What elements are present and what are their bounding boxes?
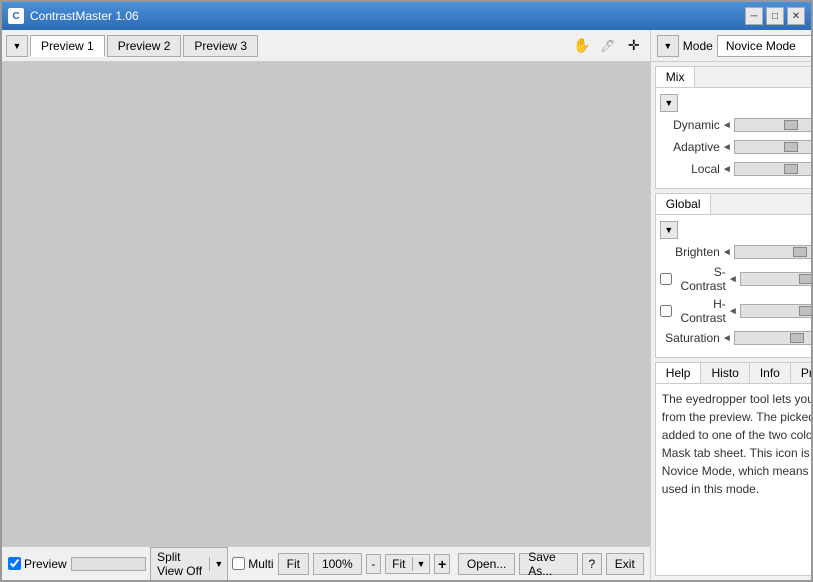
hand-tool-icon[interactable]: ✋	[570, 34, 594, 58]
global-tab[interactable]: Global	[656, 194, 712, 214]
fit2-label[interactable]: Fit	[386, 555, 411, 573]
mix-tab[interactable]: Mix	[656, 67, 696, 87]
split-view-label: Split View Off	[151, 548, 209, 580]
mix-tab-bar: Mix	[656, 67, 811, 88]
saturation-label: Saturation	[660, 331, 720, 345]
maximize-button[interactable]: □	[766, 7, 784, 25]
mix-dropdown-button[interactable]: ▼	[660, 94, 678, 112]
mode-select[interactable]: Novice Mode Expert Mode	[717, 35, 811, 57]
saturation-row: Saturation ◄ ► 10	[660, 329, 811, 347]
exit-button[interactable]: Exit	[606, 553, 644, 575]
h-contrast-checkbox[interactable]	[660, 305, 672, 317]
help-content: The eyedropper tool lets you pick a colo…	[656, 384, 811, 575]
zoom-plus-button[interactable]: +	[434, 554, 450, 574]
help-tab-bar: Help Histo Info Prefs	[656, 363, 811, 384]
s-contrast-checkbox[interactable]	[660, 273, 672, 285]
brighten-slider[interactable]	[734, 245, 811, 259]
h-contrast-left-arrow[interactable]: ◄	[728, 306, 738, 317]
s-contrast-label: S-Contrast	[674, 265, 726, 293]
preview-checkbox-label[interactable]: Preview	[8, 557, 67, 571]
minimize-button[interactable]: ─	[745, 7, 763, 25]
multi-checkbox[interactable]	[232, 557, 245, 570]
eyedropper-tool-icon[interactable]: 🖊	[596, 34, 620, 58]
h-contrast-slider[interactable]	[740, 304, 811, 318]
window-title: ContrastMaster 1.06	[30, 9, 745, 23]
local-slider[interactable]	[734, 162, 811, 176]
dynamic-row: Dynamic ◄ ► 25	[660, 116, 811, 134]
preview-checkbox[interactable]	[8, 557, 21, 570]
split-view-group: Split View Off ▼	[150, 547, 228, 581]
s-contrast-left-arrow[interactable]: ◄	[728, 274, 738, 285]
preview3-tab[interactable]: Preview 3	[183, 35, 258, 57]
adaptive-row: Adaptive ◄ ► 25	[660, 138, 811, 156]
fit-button[interactable]: Fit	[278, 553, 309, 575]
global-dropdown-button[interactable]: ▼	[660, 221, 678, 239]
preview1-tab[interactable]: Preview 1	[30, 35, 105, 57]
info-tab[interactable]: Info	[750, 363, 791, 383]
save-as-button[interactable]: Save As...	[519, 553, 578, 575]
histo-tab[interactable]: Histo	[701, 363, 749, 383]
local-left-arrow[interactable]: ◄	[722, 164, 732, 175]
saturation-left-arrow[interactable]: ◄	[722, 333, 732, 344]
progress-bar	[71, 557, 146, 571]
brighten-left-arrow[interactable]: ◄	[722, 247, 732, 258]
mix-content: ▼ Dynamic ◄ ► 25 Ada	[656, 88, 811, 188]
multi-checkbox-label[interactable]: Multi	[232, 557, 273, 571]
h-contrast-row: H-Contrast ◄ ► 0	[660, 297, 811, 325]
move-tool-icon[interactable]: ✛	[622, 34, 646, 58]
dynamic-slider[interactable]	[734, 118, 811, 132]
fit2-group: Fit ▼	[385, 554, 430, 574]
help-button[interactable]: ?	[582, 553, 602, 575]
app-icon: C	[8, 8, 24, 24]
title-bar: C ContrastMaster 1.06 ─ □ ✕	[2, 2, 811, 30]
local-label: Local	[660, 162, 720, 176]
canvas-area	[2, 62, 650, 546]
preview-area: ▼ Preview 1 Preview 2 Preview 3 ✋ 🖊 ✛ Pr…	[2, 30, 651, 580]
adaptive-slider[interactable]	[734, 140, 811, 154]
mode-select-wrapper: Novice Mode Expert Mode	[717, 35, 811, 57]
s-contrast-row: S-Contrast ◄ ► 0	[660, 265, 811, 293]
main-window: C ContrastMaster 1.06 ─ □ ✕ ▼ Preview 1 …	[0, 0, 813, 582]
preview2-tab[interactable]: Preview 2	[107, 35, 182, 57]
right-panel: ▼ Mode Novice Mode Expert Mode Reset Mix	[651, 30, 811, 580]
toolbar: ▼ Preview 1 Preview 2 Preview 3 ✋ 🖊 ✛	[2, 30, 650, 62]
mode-bar: ▼ Mode Novice Mode Expert Mode Reset	[651, 30, 811, 62]
global-tab-bar: Global	[656, 194, 811, 215]
brighten-row: Brighten ◄ ► 0.00	[660, 243, 811, 261]
toolbar-dropdown-button[interactable]: ▼	[6, 35, 28, 57]
close-button[interactable]: ✕	[787, 7, 805, 25]
help-panel: Help Histo Info Prefs The eyedropper too…	[655, 362, 811, 576]
local-row: Local ◄ ► 25	[660, 160, 811, 178]
help-text: The eyedropper tool lets you pick a colo…	[662, 392, 811, 496]
mode-label: Mode	[683, 39, 713, 53]
global-panel: Global ▼ Brighten ◄	[655, 193, 811, 358]
main-content: ▼ Preview 1 Preview 2 Preview 3 ✋ 🖊 ✛ Pr…	[2, 30, 811, 580]
adaptive-left-arrow[interactable]: ◄	[722, 142, 732, 153]
split-view-dropdown-button[interactable]: ▼	[209, 557, 227, 571]
mix-panel: Mix ▼ Dynamic ◄	[655, 66, 811, 189]
zoom-minus-button[interactable]: -	[366, 554, 382, 574]
help-tab[interactable]: Help	[656, 363, 702, 383]
s-contrast-slider[interactable]	[740, 272, 811, 286]
fit2-dropdown-button[interactable]: ▼	[412, 557, 430, 571]
dynamic-left-arrow[interactable]: ◄	[722, 120, 732, 131]
bottom-bar: Preview Split View Off ▼ Multi Fit 100% …	[2, 546, 650, 580]
adaptive-label: Adaptive	[660, 140, 720, 154]
saturation-slider[interactable]	[734, 331, 811, 345]
brighten-label: Brighten	[660, 245, 720, 259]
zoom-label: 100%	[313, 553, 362, 575]
open-button[interactable]: Open...	[458, 553, 515, 575]
global-content: ▼ Brighten ◄ ► 0.00	[656, 215, 811, 357]
dynamic-label: Dynamic	[660, 118, 720, 132]
h-contrast-label: H-Contrast	[674, 297, 726, 325]
mode-dropdown-button[interactable]: ▼	[657, 35, 679, 57]
window-controls: ─ □ ✕	[745, 7, 805, 25]
prefs-tab[interactable]: Prefs	[791, 363, 811, 383]
